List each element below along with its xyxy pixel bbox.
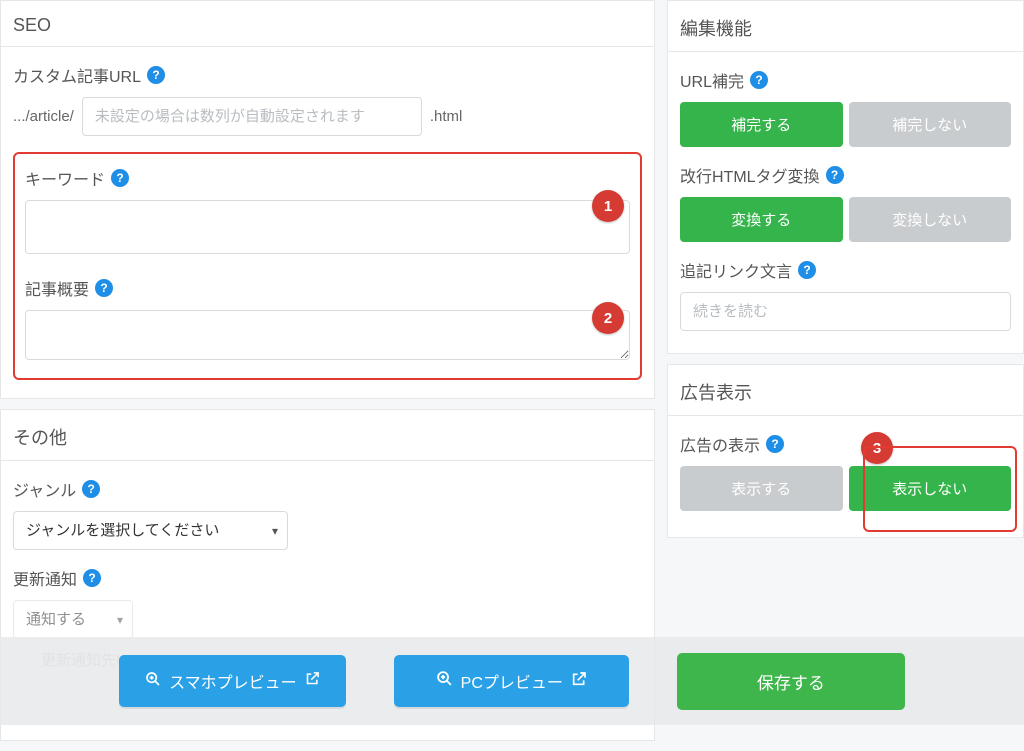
help-icon[interactable]: ? <box>111 169 129 187</box>
more-link-input[interactable] <box>680 292 1011 331</box>
notify-select[interactable]: 通知する <box>13 600 133 639</box>
annotation-badge-3: 3 <box>861 432 893 464</box>
help-icon[interactable]: ? <box>147 66 165 84</box>
help-icon[interactable]: ? <box>82 480 100 498</box>
help-icon[interactable]: ? <box>826 166 844 184</box>
help-icon[interactable]: ? <box>798 261 816 279</box>
annotation-badge-1: 1 <box>592 190 624 222</box>
url-complete-on-button[interactable]: 補完する <box>680 102 843 147</box>
help-icon[interactable]: ? <box>750 71 768 89</box>
sp-preview-label: スマホプレビュー <box>169 669 297 693</box>
sp-preview-button[interactable]: スマホプレビュー <box>119 655 346 707</box>
save-button[interactable]: 保存する <box>677 653 905 710</box>
edit-panel: 編集機能 URL補完 ? 補完する 補完しない 改行HTMLタグ変換 ? <box>667 0 1024 354</box>
url-complete-off-button[interactable]: 補完しない <box>849 102 1012 147</box>
more-link-label: 追記リンク文言 <box>680 258 792 282</box>
edit-title: 編集機能 <box>668 1 1023 52</box>
ads-title: 広告表示 <box>668 365 1023 416</box>
summary-textarea[interactable] <box>25 310 630 360</box>
ads-on-button[interactable]: 表示する <box>680 466 843 511</box>
br-off-button[interactable]: 変換しない <box>849 197 1012 242</box>
bottom-bar: スマホプレビュー PCプレビュー 保存する <box>0 637 1024 725</box>
keyword-label: キーワード <box>25 166 105 190</box>
pc-preview-label: PCプレビュー <box>461 669 563 693</box>
genre-select[interactable]: ジャンルを選択してください <box>13 511 288 550</box>
help-icon[interactable]: ? <box>83 569 101 587</box>
br-on-button[interactable]: 変換する <box>680 197 843 242</box>
pc-preview-button[interactable]: PCプレビュー <box>394 655 629 707</box>
zoom-in-icon <box>145 671 161 692</box>
custom-url-input[interactable] <box>82 97 422 136</box>
keyword-input[interactable] <box>25 200 630 254</box>
ads-off-button[interactable]: 表示しない <box>849 466 1012 511</box>
seo-panel: SEO カスタム記事URL ? .../article/ .html <box>0 0 655 399</box>
notify-label: 更新通知 <box>13 566 77 590</box>
seo-title: SEO <box>1 1 654 47</box>
external-link-icon <box>305 671 320 691</box>
custom-url-label: カスタム記事URL <box>13 63 141 87</box>
other-title: その他 <box>1 410 654 461</box>
br-convert-label: 改行HTMLタグ変換 <box>680 163 820 187</box>
annotation-box-1-2: キーワード ? 1 記事概要 ? 2 <box>13 152 642 380</box>
help-icon[interactable]: ? <box>95 279 113 297</box>
ads-panel: 広告表示 広告の表示 ? 3 表示する 表示しない <box>667 364 1024 538</box>
summary-label: 記事概要 <box>25 276 89 300</box>
help-icon[interactable]: ? <box>766 435 784 453</box>
external-link-icon <box>571 671 587 692</box>
ads-display-label: 広告の表示 <box>680 432 760 456</box>
url-suffix: .html <box>430 108 463 125</box>
url-completion-label: URL補完 <box>680 68 744 92</box>
annotation-badge-2: 2 <box>592 302 624 334</box>
genre-label: ジャンル <box>13 477 76 501</box>
zoom-in-icon <box>436 670 453 692</box>
url-prefix: .../article/ <box>13 108 74 125</box>
custom-url-field: カスタム記事URL ? .../article/ .html <box>13 63 642 136</box>
